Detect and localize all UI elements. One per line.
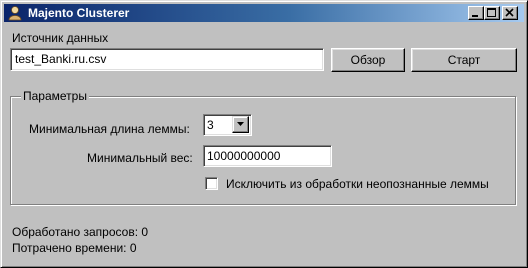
app-icon[interactable] [7, 5, 23, 21]
elapsed-time-status: Потрачено времени: 0 [12, 241, 137, 255]
main-window: Majento Clusterer Источник данных test_B… [0, 0, 528, 268]
maximize-button[interactable] [484, 6, 500, 20]
processed-requests-status: Обработано запросов: 0 [12, 225, 149, 239]
maximize-icon [487, 8, 496, 17]
min-weight-label: Минимальный вес: [87, 151, 193, 165]
min-lemma-length-value: 3 [207, 118, 214, 132]
source-file-input[interactable]: test_Banki.ru.csv [10, 48, 324, 71]
start-button[interactable]: Старт [411, 48, 517, 72]
title-bar[interactable]: Majento Clusterer [4, 4, 524, 22]
exclude-unknown-checkbox[interactable] [205, 177, 218, 190]
window-title: Majento Clusterer [28, 6, 130, 20]
min-lemma-length-label: Минимальная длина леммы: [29, 122, 190, 136]
parameters-legend: Параметры [21, 89, 89, 103]
exclude-unknown-label[interactable]: Исключить из обработки неопознанные лемм… [226, 177, 489, 191]
min-lemma-length-dropdown-button[interactable] [232, 116, 249, 133]
minimize-button[interactable] [468, 6, 484, 20]
browse-button[interactable]: Обзор [331, 48, 405, 72]
chevron-down-icon [237, 122, 244, 126]
min-weight-input[interactable]: 10000000000 [203, 145, 332, 167]
minimize-icon [472, 15, 478, 17]
source-label: Источник данных [12, 31, 109, 45]
close-icon [505, 8, 514, 17]
close-button[interactable] [502, 6, 518, 20]
